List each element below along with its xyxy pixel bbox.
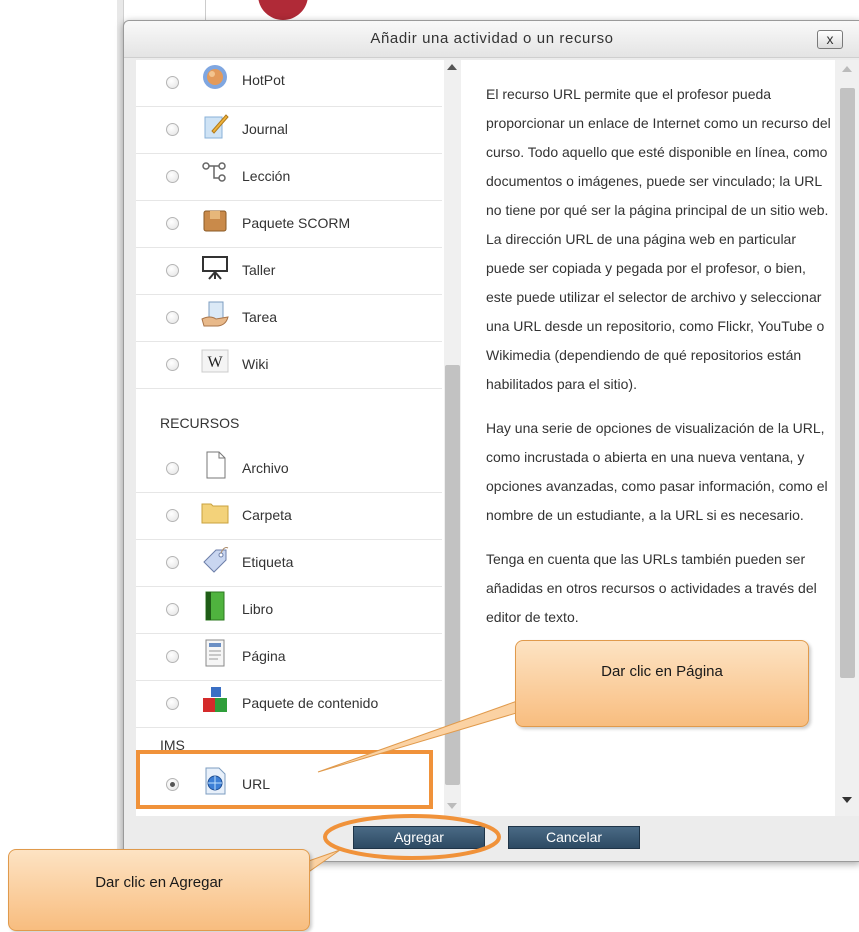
callout-page: Dar clic en Página (515, 640, 809, 727)
callout-page-text: Dar clic en Página (601, 663, 723, 680)
callout-add-text: Dar clic en Agregar (95, 874, 223, 891)
callout-add: Dar clic en Agregar (8, 849, 310, 931)
highlight-url-box (136, 750, 433, 809)
highlight-add-ellipse (323, 814, 501, 860)
annotation-overlay (136, 699, 561, 879)
